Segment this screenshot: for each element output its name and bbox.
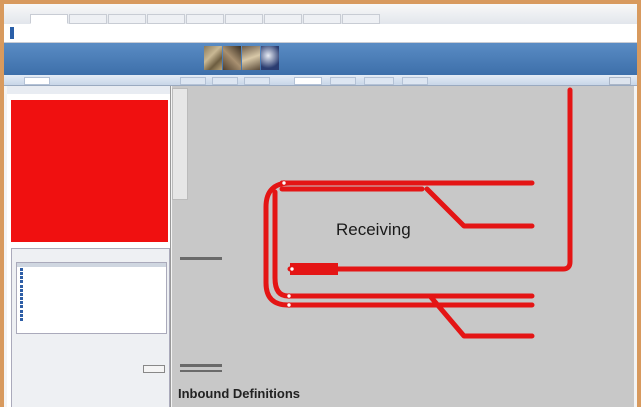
page-tab[interactable]: [294, 77, 322, 85]
switch-node: [286, 302, 292, 308]
alerts-header: [7, 86, 170, 94]
banner: [4, 43, 637, 75]
nav-tab[interactable]: [30, 14, 68, 24]
nav-tab[interactable]: [147, 14, 185, 24]
page-tab[interactable]: [212, 77, 238, 85]
nav-tab[interactable]: [225, 14, 263, 24]
banner-photo: [223, 46, 241, 70]
banner-photo: [261, 46, 279, 70]
page-tab[interactable]: [24, 77, 50, 85]
top-nav: [30, 14, 381, 24]
track-branch: [424, 186, 535, 229]
page-tab[interactable]: [402, 77, 428, 85]
switch-node: [289, 266, 295, 272]
page-tab[interactable]: [244, 77, 270, 85]
banner-photo: [242, 46, 260, 70]
section-title: Inbound Definitions: [178, 386, 301, 401]
navigation-tab[interactable]: [24, 249, 36, 258]
navigation-panel: [11, 248, 170, 407]
nav-tab[interactable]: [264, 14, 302, 24]
nav-tab[interactable]: [342, 14, 380, 24]
navigation-tab[interactable]: [12, 249, 24, 258]
tree-items: [17, 267, 166, 322]
facility-tree: [16, 262, 167, 334]
track-loop: [272, 189, 291, 299]
alerts-list: [11, 100, 168, 242]
app-window: Receiving Inbound Definitions: [4, 4, 637, 407]
alert-row[interactable]: [11, 238, 168, 243]
nav-tab[interactable]: [186, 14, 224, 24]
toolbar-dropdown[interactable]: [609, 77, 631, 85]
yard-diagram-area: Receiving Inbound Definitions: [172, 86, 634, 407]
switch-block: [290, 263, 338, 275]
area-label: Receiving: [336, 220, 411, 239]
page-tab-strip: [4, 75, 637, 86]
page-tab[interactable]: [364, 77, 394, 85]
nav-tab[interactable]: [108, 14, 146, 24]
apply-button[interactable]: [143, 365, 165, 373]
left-panel: [7, 86, 171, 407]
nav-tab[interactable]: [69, 14, 107, 24]
tree-item[interactable]: [17, 317, 166, 322]
site-logo-mark: [10, 27, 14, 39]
site-header: [4, 24, 637, 43]
nav-tab[interactable]: [303, 14, 341, 24]
switch-node: [281, 180, 287, 186]
folder-icon: [20, 318, 23, 322]
menu-bar: [4, 4, 637, 25]
banner-photo: [204, 46, 222, 70]
page-tab[interactable]: [330, 77, 356, 85]
page-tab[interactable]: [180, 77, 206, 85]
switch-node: [286, 293, 292, 299]
yard-track-diagram: [263, 87, 573, 339]
track-branch: [427, 293, 535, 339]
track-main: [287, 87, 573, 272]
navigation-tabs: [12, 249, 169, 258]
